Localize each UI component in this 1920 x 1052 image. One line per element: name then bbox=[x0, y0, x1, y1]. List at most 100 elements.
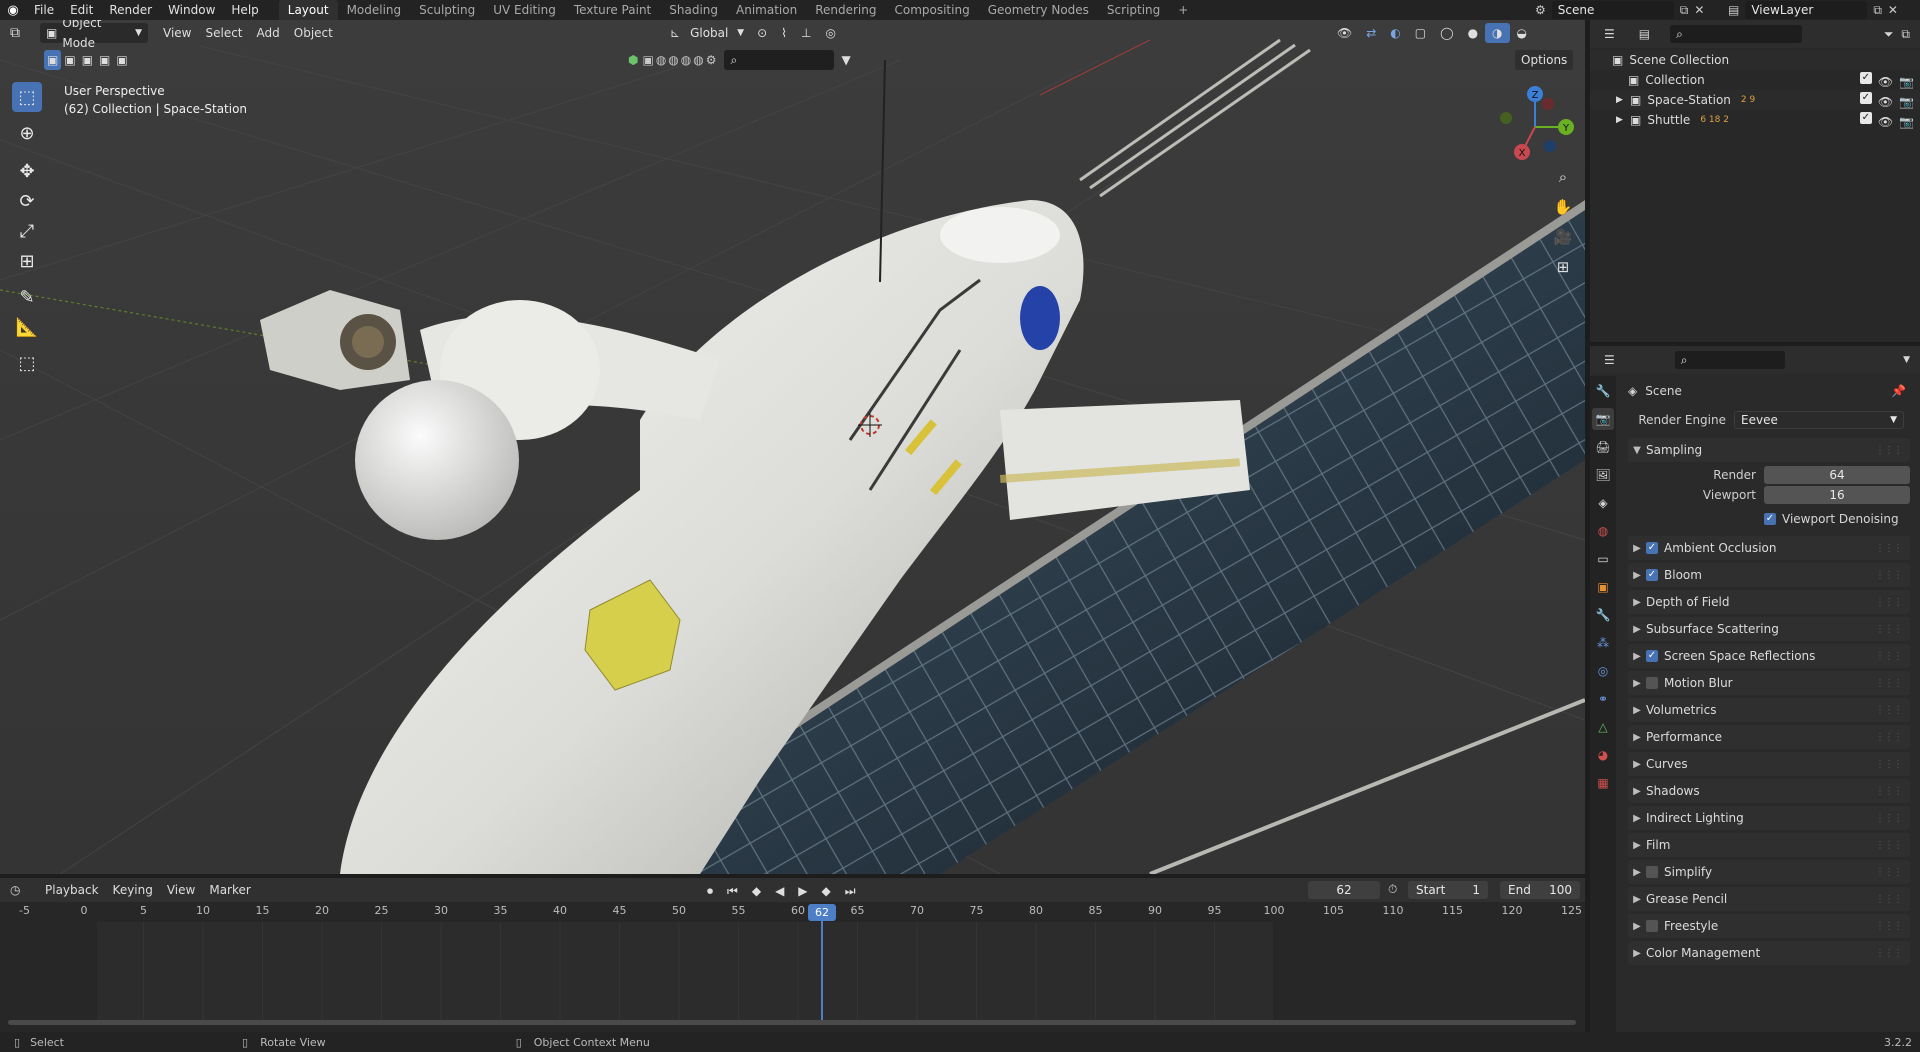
delete-scene-icon[interactable]: ✕ bbox=[1694, 3, 1704, 17]
new-view-layer-icon[interactable]: ⧉ bbox=[1873, 3, 1882, 18]
viewport-samples-field[interactable]: 16 bbox=[1764, 486, 1910, 504]
drag-grip-icon[interactable]: ⋮⋮⋮ bbox=[1875, 759, 1903, 770]
viewport-menu-add[interactable]: Add bbox=[250, 23, 287, 43]
eye-icon[interactable]: 👁 bbox=[1878, 72, 1893, 92]
record-icon[interactable]: ⏺ bbox=[700, 881, 720, 901]
eye-icon[interactable]: 👁 bbox=[1878, 112, 1893, 132]
timeline-menu-marker[interactable]: Marker bbox=[202, 880, 257, 900]
camera-icon[interactable]: 📷 bbox=[1899, 92, 1914, 112]
exclude-checkbox[interactable]: ✓ bbox=[1859, 72, 1872, 84]
drag-grip-icon[interactable]: ⋮⋮⋮ bbox=[1875, 921, 1903, 932]
render-tab-icon[interactable]: 📷 bbox=[1592, 408, 1614, 430]
transform-tool[interactable]: ⊞ bbox=[12, 246, 42, 276]
tab-uv-editing[interactable]: UV Editing bbox=[484, 0, 565, 20]
editor-type-icon[interactable]: ☰ bbox=[1604, 353, 1615, 367]
chevron-down-icon[interactable]: ▼ bbox=[1903, 355, 1910, 365]
drag-grip-icon[interactable]: ⋮⋮⋮ bbox=[1875, 813, 1903, 824]
tab-shading[interactable]: Shading bbox=[660, 0, 727, 20]
panel-color-management[interactable]: ▶ Color Management ⋮⋮⋮ bbox=[1628, 941, 1910, 965]
modifier-tab-icon[interactable]: 🔧 bbox=[1592, 604, 1614, 626]
wireframe-shading-icon[interactable]: ◯ bbox=[1433, 23, 1460, 43]
panel-subsurface-scattering[interactable]: ▶ Subsurface Scattering ⋮⋮⋮ bbox=[1628, 617, 1910, 641]
tab-rendering[interactable]: Rendering bbox=[806, 0, 885, 20]
properties-search-input[interactable]: ⌕ bbox=[1674, 351, 1785, 369]
scene-selector[interactable]: Scene bbox=[1551, 1, 1674, 19]
rotate-tool[interactable]: ⟳ bbox=[12, 186, 42, 216]
filter-icon[interactable]: ⏷ bbox=[1884, 27, 1894, 42]
tab-texture-paint[interactable]: Texture Paint bbox=[565, 0, 660, 20]
overlays-icon[interactable]: ◐ bbox=[1383, 23, 1407, 43]
exclude-checkbox[interactable]: ✓ bbox=[1859, 112, 1872, 124]
camera-icon[interactable]: 📷 bbox=[1899, 112, 1914, 132]
add-cube-tool[interactable]: ⬚ bbox=[12, 348, 42, 378]
drag-grip-icon[interactable]: ⋮⋮⋮ bbox=[1875, 543, 1903, 554]
playhead-line[interactable] bbox=[821, 904, 823, 1024]
drag-grip-icon[interactable]: ⋮⋮⋮ bbox=[1875, 840, 1903, 851]
output-tab-icon[interactable]: 🖨 bbox=[1592, 436, 1614, 458]
timeline-menu-playback[interactable]: Playback bbox=[38, 880, 106, 900]
object-type-filter-icon[interactable]: ⬢ bbox=[628, 53, 638, 67]
panel-shadows[interactable]: ▶ Shadows ⋮⋮⋮ bbox=[1628, 779, 1910, 803]
solid-shading-icon[interactable]: ● bbox=[1461, 23, 1485, 43]
panel-simplify[interactable]: ▶ Simplify ⋮⋮⋮ bbox=[1628, 860, 1910, 884]
menu-render[interactable]: Render bbox=[101, 0, 160, 20]
viewport-menu-select[interactable]: Select bbox=[198, 23, 249, 43]
viewport-denoising-checkbox[interactable]: ✓ bbox=[1764, 513, 1776, 525]
current-frame-field[interactable]: 62 bbox=[1308, 881, 1380, 899]
pan-hand-icon[interactable]: ✋ bbox=[1550, 194, 1576, 220]
play-icon[interactable]: ▶ bbox=[791, 881, 814, 901]
new-scene-icon[interactable]: ⧉ bbox=[1680, 3, 1689, 18]
viewport-menu-view[interactable]: View bbox=[156, 23, 198, 43]
outliner-row-collection[interactable]: ▣ Collection ✓ 👁 📷 bbox=[1590, 70, 1920, 90]
panel-screen-space-reflections[interactable]: ▶ ✓ Screen Space Reflections ⋮⋮⋮ bbox=[1628, 644, 1910, 668]
panel-depth-of-field[interactable]: ▶ Depth of Field ⋮⋮⋮ bbox=[1628, 590, 1910, 614]
drag-grip-icon[interactable]: ⋮⋮⋮ bbox=[1875, 894, 1903, 905]
menu-file[interactable]: File bbox=[26, 0, 62, 20]
outliner-search-input[interactable]: ⌕ bbox=[1670, 25, 1803, 43]
select-extend-icon[interactable]: ▣ bbox=[61, 50, 78, 70]
render-engine-selector[interactable]: Eevee ▼ bbox=[1734, 411, 1904, 429]
play-reverse-icon[interactable]: ◀ bbox=[768, 881, 791, 901]
new-collection-icon[interactable]: ⧉ bbox=[1901, 27, 1910, 42]
start-frame-field[interactable]: Start 1 bbox=[1408, 881, 1488, 899]
pin-icon[interactable]: 📌 bbox=[1891, 384, 1906, 398]
panel-enable-checkbox[interactable]: ✓ bbox=[1646, 650, 1658, 662]
zoom-icon[interactable]: ⌕ bbox=[1550, 164, 1576, 190]
editor-type-icon[interactable]: ☰ bbox=[1604, 27, 1615, 41]
panel-grease-pencil[interactable]: ▶ Grease Pencil ⋮⋮⋮ bbox=[1628, 887, 1910, 911]
drag-grip-icon[interactable]: ⋮⋮⋮ bbox=[1875, 597, 1903, 608]
drag-grip-icon[interactable]: ⋮⋮⋮ bbox=[1875, 445, 1903, 456]
tab-compositing[interactable]: Compositing bbox=[885, 0, 978, 20]
xray-icon[interactable]: ▢ bbox=[1408, 23, 1433, 43]
properties-editor[interactable]: ☰ ⌕ ▼ 🔧 📷 🖨 🖼 ◈ ◍ ▭ ▣ 🔧 ⁂ ◎ ⚭ △ ◕ ▦ ◈ Sc… bbox=[1590, 346, 1920, 1032]
texture-tab-icon[interactable]: ▦ bbox=[1592, 772, 1614, 794]
select-box-tool[interactable]: ⬚ bbox=[12, 82, 42, 112]
outliner-row-shuttle[interactable]: ▶ ▣ Shuttle 6 18 2 ✓ 👁 📷 bbox=[1590, 110, 1920, 130]
options-button[interactable]: Options bbox=[1515, 50, 1574, 70]
drag-grip-icon[interactable]: ⋮⋮⋮ bbox=[1875, 867, 1903, 878]
select-intersect-icon[interactable]: ▣ bbox=[113, 50, 130, 70]
material-tab-icon[interactable]: ◕ bbox=[1592, 744, 1614, 766]
annotate-tool[interactable]: ✎ bbox=[12, 282, 42, 312]
view-layer-icon[interactable]: ▤ bbox=[1728, 3, 1739, 17]
panel-ambient-occlusion[interactable]: ▶ ✓ Ambient Occlusion ⋮⋮⋮ bbox=[1628, 536, 1910, 560]
measure-tool[interactable]: 📐 bbox=[12, 312, 42, 342]
particles-tab-icon[interactable]: ⁂ bbox=[1592, 632, 1614, 654]
prev-keyframe-icon[interactable]: ◆ bbox=[745, 881, 768, 901]
jump-start-icon[interactable]: ⏮ bbox=[720, 881, 745, 901]
viewport-search-input[interactable]: ⌕ bbox=[724, 50, 835, 70]
scale-tool[interactable]: ⤢ bbox=[12, 216, 42, 246]
panel-freestyle[interactable]: ▶ Freestyle ⋮⋮⋮ bbox=[1628, 914, 1910, 938]
select-invert-icon[interactable]: ▣ bbox=[96, 50, 113, 70]
pivot-point-icon[interactable]: ⊙ bbox=[750, 23, 774, 43]
viewport-menu-object[interactable]: Object bbox=[287, 23, 340, 43]
view-layer-selector[interactable]: ViewLayer bbox=[1745, 1, 1868, 19]
panel-film[interactable]: ▶ Film ⋮⋮⋮ bbox=[1628, 833, 1910, 857]
object-tab-icon[interactable]: ▣ bbox=[1592, 576, 1614, 598]
panel-bloom[interactable]: ▶ ✓ Bloom ⋮⋮⋮ bbox=[1628, 563, 1910, 587]
camera-view-icon[interactable]: 🎥 bbox=[1550, 224, 1576, 250]
tab-layout[interactable]: Layout bbox=[278, 0, 338, 20]
panel-curves[interactable]: ▶ Curves ⋮⋮⋮ bbox=[1628, 752, 1910, 776]
view-layer-tab-icon[interactable]: 🖼 bbox=[1592, 464, 1614, 486]
tab-sculpting[interactable]: Sculpting bbox=[410, 0, 484, 20]
